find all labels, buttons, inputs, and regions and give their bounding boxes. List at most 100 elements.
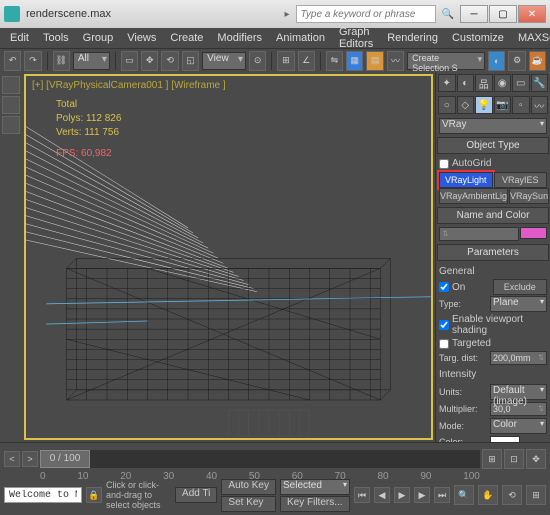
menu-animation[interactable]: Animation bbox=[270, 30, 331, 46]
scale-button[interactable]: ◱ bbox=[182, 51, 199, 71]
material-editor-button[interactable]: ◐ bbox=[488, 51, 505, 71]
helpers-tab[interactable]: ▫ bbox=[512, 96, 530, 114]
enable-vp-checkbox[interactable] bbox=[439, 320, 449, 330]
object-name-input[interactable] bbox=[439, 227, 519, 241]
rotate-button[interactable]: ⟲ bbox=[161, 51, 178, 71]
main-toolbar: ↶ ↷ ⛓ All ▭ ✥ ⟲ ◱ View ⊙ ⊞ ∠ ⇋ ▦ ▤ 〰 Cre… bbox=[0, 48, 550, 72]
link-button[interactable]: ⛓ bbox=[53, 51, 70, 71]
left-tab-3[interactable] bbox=[2, 116, 20, 134]
move-button[interactable]: ✥ bbox=[141, 51, 158, 71]
timeline-prev[interactable]: < bbox=[4, 451, 20, 467]
play-end[interactable]: ⏭ bbox=[434, 487, 450, 503]
time-slider[interactable]: 0 / 100 0102030405060708090100 bbox=[40, 450, 480, 468]
renderer-dropdown[interactable]: VRay bbox=[439, 118, 547, 134]
menu-create[interactable]: Create bbox=[164, 30, 209, 46]
autogrid-label: AutoGrid bbox=[452, 158, 491, 169]
menu-maxscript[interactable]: MAXScript bbox=[512, 30, 550, 46]
lock-icon[interactable]: 🔒 bbox=[86, 487, 102, 503]
script-listener[interactable] bbox=[4, 487, 82, 503]
autogrid-checkbox[interactable] bbox=[439, 159, 449, 169]
motion-tab[interactable]: ◉ bbox=[494, 74, 512, 92]
addtime-button[interactable]: Add Ti bbox=[175, 487, 217, 503]
space-tab[interactable]: 〰 bbox=[531, 96, 549, 114]
viewport-label[interactable]: [+] [VRayPhysicalCamera001 ] [Wireframe … bbox=[32, 80, 226, 91]
render-setup-button[interactable]: ⚙ bbox=[508, 51, 525, 71]
lights-tab[interactable]: 💡 bbox=[475, 96, 493, 114]
vraylight-button[interactable]: VRayLight bbox=[439, 172, 493, 188]
left-tab-2[interactable] bbox=[2, 96, 20, 114]
snap-button[interactable]: ⊞ bbox=[277, 51, 294, 71]
geo-tab[interactable]: ○ bbox=[438, 96, 456, 114]
utilities-tab[interactable]: 🔧 bbox=[531, 74, 549, 92]
namecolor-header[interactable]: Name and Color bbox=[437, 207, 549, 224]
shapes-tab[interactable]: ◇ bbox=[457, 96, 475, 114]
type-dropdown[interactable]: Plane bbox=[490, 296, 547, 312]
hierarchy-tab[interactable]: 品 bbox=[475, 74, 493, 92]
maximize-button[interactable]: ▢ bbox=[489, 5, 517, 23]
params-header[interactable]: Parameters bbox=[437, 244, 549, 261]
named-selection-dropdown[interactable]: Create Selection S bbox=[407, 52, 485, 70]
vrayambient-button[interactable]: VRayAmbientLig bbox=[439, 188, 508, 204]
titlebar: renderscene.max ▸ 🔍 ─ ▢ ✕ bbox=[0, 0, 550, 28]
menu-customize[interactable]: Customize bbox=[446, 30, 510, 46]
menu-group[interactable]: Group bbox=[77, 30, 120, 46]
targdist-spinner[interactable]: 200,0mm bbox=[490, 351, 547, 365]
undo-button[interactable]: ↶ bbox=[4, 51, 21, 71]
play-start[interactable]: ⏮ bbox=[354, 487, 370, 503]
viewport-max[interactable]: ⊞ bbox=[526, 485, 546, 505]
modify-tab[interactable]: ◐ bbox=[457, 74, 475, 92]
viewport-pan[interactable]: ✋ bbox=[478, 485, 498, 505]
viewport-stats: Total Polys: 112 826 Verts: 111 756 bbox=[56, 98, 121, 140]
render-button[interactable]: ☕ bbox=[529, 51, 546, 71]
title-dropdown-icon[interactable]: ▸ bbox=[285, 9, 290, 20]
object-color-swatch[interactable] bbox=[520, 227, 547, 239]
align-button[interactable]: ▦ bbox=[346, 51, 363, 71]
mirror-button[interactable]: ⇋ bbox=[326, 51, 343, 71]
object-type-header[interactable]: Object Type bbox=[437, 137, 549, 154]
angle-snap-button[interactable]: ∠ bbox=[298, 51, 315, 71]
keyfilters-button[interactable]: Key Filters... bbox=[280, 496, 350, 512]
viewport-zoom[interactable]: 🔍 bbox=[454, 485, 474, 505]
exclude-button[interactable]: Exclude bbox=[493, 279, 548, 295]
display-tab[interactable]: ▭ bbox=[512, 74, 530, 92]
viewport-nav-2[interactable]: ⊡ bbox=[504, 449, 524, 469]
general-label: General bbox=[439, 264, 547, 279]
keymode-dropdown[interactable]: Selected bbox=[280, 479, 350, 495]
menu-rendering[interactable]: Rendering bbox=[381, 30, 444, 46]
left-toolbar bbox=[0, 72, 22, 442]
play-button[interactable]: ▶ bbox=[394, 487, 410, 503]
viewport-nav-3[interactable]: ✥ bbox=[526, 449, 546, 469]
minimize-button[interactable]: ─ bbox=[460, 5, 488, 23]
vraysun-button[interactable]: VRaySun bbox=[509, 188, 549, 204]
menu-tools[interactable]: Tools bbox=[37, 30, 75, 46]
play-next[interactable]: ▶ bbox=[414, 487, 430, 503]
units-dropdown[interactable]: Default (image) bbox=[490, 384, 547, 400]
help-icon[interactable]: 🔍 bbox=[442, 9, 454, 20]
left-tab-1[interactable] bbox=[2, 76, 20, 94]
on-checkbox[interactable] bbox=[439, 282, 449, 292]
menu-views[interactable]: Views bbox=[121, 30, 162, 46]
redo-button[interactable]: ↷ bbox=[24, 51, 41, 71]
keyword-search-input[interactable] bbox=[296, 5, 436, 23]
targeted-checkbox[interactable] bbox=[439, 339, 449, 349]
close-button[interactable]: ✕ bbox=[518, 5, 546, 23]
vrayies-button[interactable]: VRayIES bbox=[494, 172, 548, 188]
menu-edit[interactable]: Edit bbox=[4, 30, 35, 46]
setkey-button[interactable]: Set Key bbox=[221, 496, 276, 512]
viewport[interactable]: [+] [VRayPhysicalCamera001 ] [Wireframe … bbox=[24, 74, 433, 440]
layer-button[interactable]: ▤ bbox=[366, 51, 383, 71]
create-tab[interactable]: ✦ bbox=[438, 74, 456, 92]
play-prev[interactable]: ◀ bbox=[374, 487, 390, 503]
refcoord-dropdown[interactable]: View bbox=[202, 52, 246, 70]
center-button[interactable]: ⊙ bbox=[249, 51, 266, 71]
mode-dropdown[interactable]: Color bbox=[490, 418, 547, 434]
curve-button[interactable]: 〰 bbox=[387, 51, 404, 71]
group-dropdown[interactable]: All bbox=[73, 52, 110, 70]
cameras-tab[interactable]: 📷 bbox=[494, 96, 512, 114]
viewport-orbit[interactable]: ⟲ bbox=[502, 485, 522, 505]
window-title: renderscene.max bbox=[26, 8, 279, 20]
viewport-nav-1[interactable]: ⊞ bbox=[482, 449, 502, 469]
select-button[interactable]: ▭ bbox=[121, 51, 138, 71]
menu-modifiers[interactable]: Modifiers bbox=[211, 30, 268, 46]
time-thumb[interactable]: 0 / 100 bbox=[40, 450, 90, 468]
